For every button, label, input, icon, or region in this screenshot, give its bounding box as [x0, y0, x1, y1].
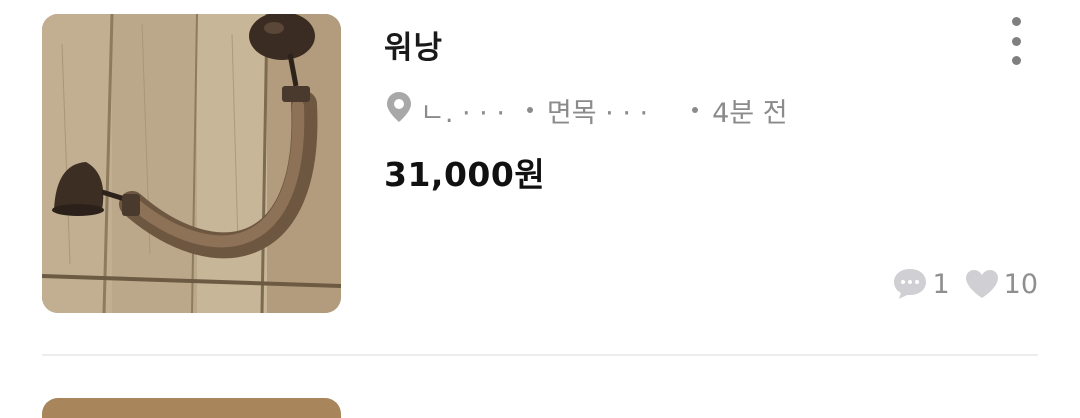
likes-stat: 10 [964, 268, 1038, 300]
location-text: ㄴ. · · · [420, 97, 505, 129]
listing-image [42, 14, 341, 313]
heart-icon [965, 270, 998, 298]
listing-price: 31,000원 [384, 155, 546, 194]
more-vertical-icon-dot [1011, 36, 1021, 46]
listing-item[interactable]: 워낭 ㄴ. · · · 면목 · · · 4분 전 31,000원 1 10 [0, 0, 1080, 356]
category-text: 면목 · · · [546, 97, 649, 129]
more-options-button[interactable] [998, 14, 1034, 68]
listing-meta: ㄴ. · · · 면목 · · · 4분 전 [386, 90, 788, 130]
listing-stats: 1 10 [892, 264, 1038, 304]
more-vertical-icon-dot [1011, 56, 1021, 65]
next-listing-thumbnail[interactable] [42, 398, 341, 418]
more-vertical-icon [1011, 17, 1021, 26]
listing-thumbnail[interactable] [42, 14, 341, 313]
chat-bubble-icon [894, 269, 927, 299]
likes-count: 10 [1003, 268, 1038, 300]
comments-count: 1 [932, 268, 950, 300]
meta-separator [692, 107, 699, 113]
list-divider [42, 354, 1038, 356]
posted-time: 4분 전 [712, 97, 788, 129]
location-pin-icon [386, 91, 412, 130]
meta-separator [526, 107, 533, 113]
listing-title[interactable]: 워낭 [384, 22, 443, 67]
comments-stat: 1 [892, 267, 950, 301]
